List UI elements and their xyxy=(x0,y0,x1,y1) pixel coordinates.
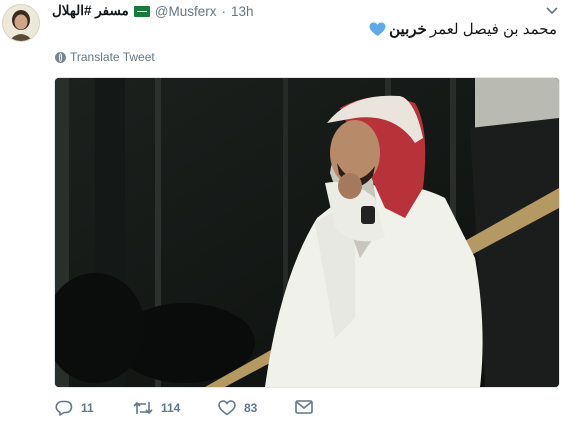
retweet-icon xyxy=(133,401,153,415)
avatar[interactable] xyxy=(2,4,40,42)
reply-button[interactable]: 11 xyxy=(55,400,94,416)
direct-message-button[interactable] xyxy=(295,400,313,414)
timestamp[interactable]: 13h xyxy=(231,4,254,19)
tweet-text-regular: محمد بن فيصل لعمر xyxy=(429,21,557,38)
avatar-image xyxy=(3,5,39,41)
blue-heart-icon xyxy=(369,22,386,37)
tweet-media[interactable] xyxy=(54,77,560,388)
like-count: 83 xyxy=(244,401,258,415)
chevron-down-icon[interactable] xyxy=(546,7,558,18)
tweet-text-bold: خربين xyxy=(389,21,427,38)
translate-label: Translate Tweet xyxy=(70,50,155,64)
user-handle[interactable]: @Musferx xyxy=(155,4,217,19)
display-name[interactable]: مسفر #الهلال xyxy=(52,3,129,19)
retweet-button[interactable]: 114 xyxy=(133,400,180,416)
heart-icon xyxy=(218,400,236,416)
saudi-flag-icon xyxy=(133,5,150,17)
translate-tweet-link[interactable]: Translate Tweet xyxy=(55,50,155,64)
reply-icon xyxy=(55,400,73,416)
like-button[interactable]: 83 xyxy=(218,400,257,416)
envelope-icon xyxy=(295,400,313,414)
reply-count: 11 xyxy=(81,401,94,415)
tweet-text: محمد بن فيصل لعمر خربين xyxy=(369,20,557,38)
retweet-count: 114 xyxy=(161,401,181,415)
separator-dot: · xyxy=(221,3,226,19)
globe-icon xyxy=(55,51,66,63)
media-photo xyxy=(55,78,559,387)
tweet-header: مسفر #الهلال @Musferx · 13h xyxy=(52,2,254,20)
